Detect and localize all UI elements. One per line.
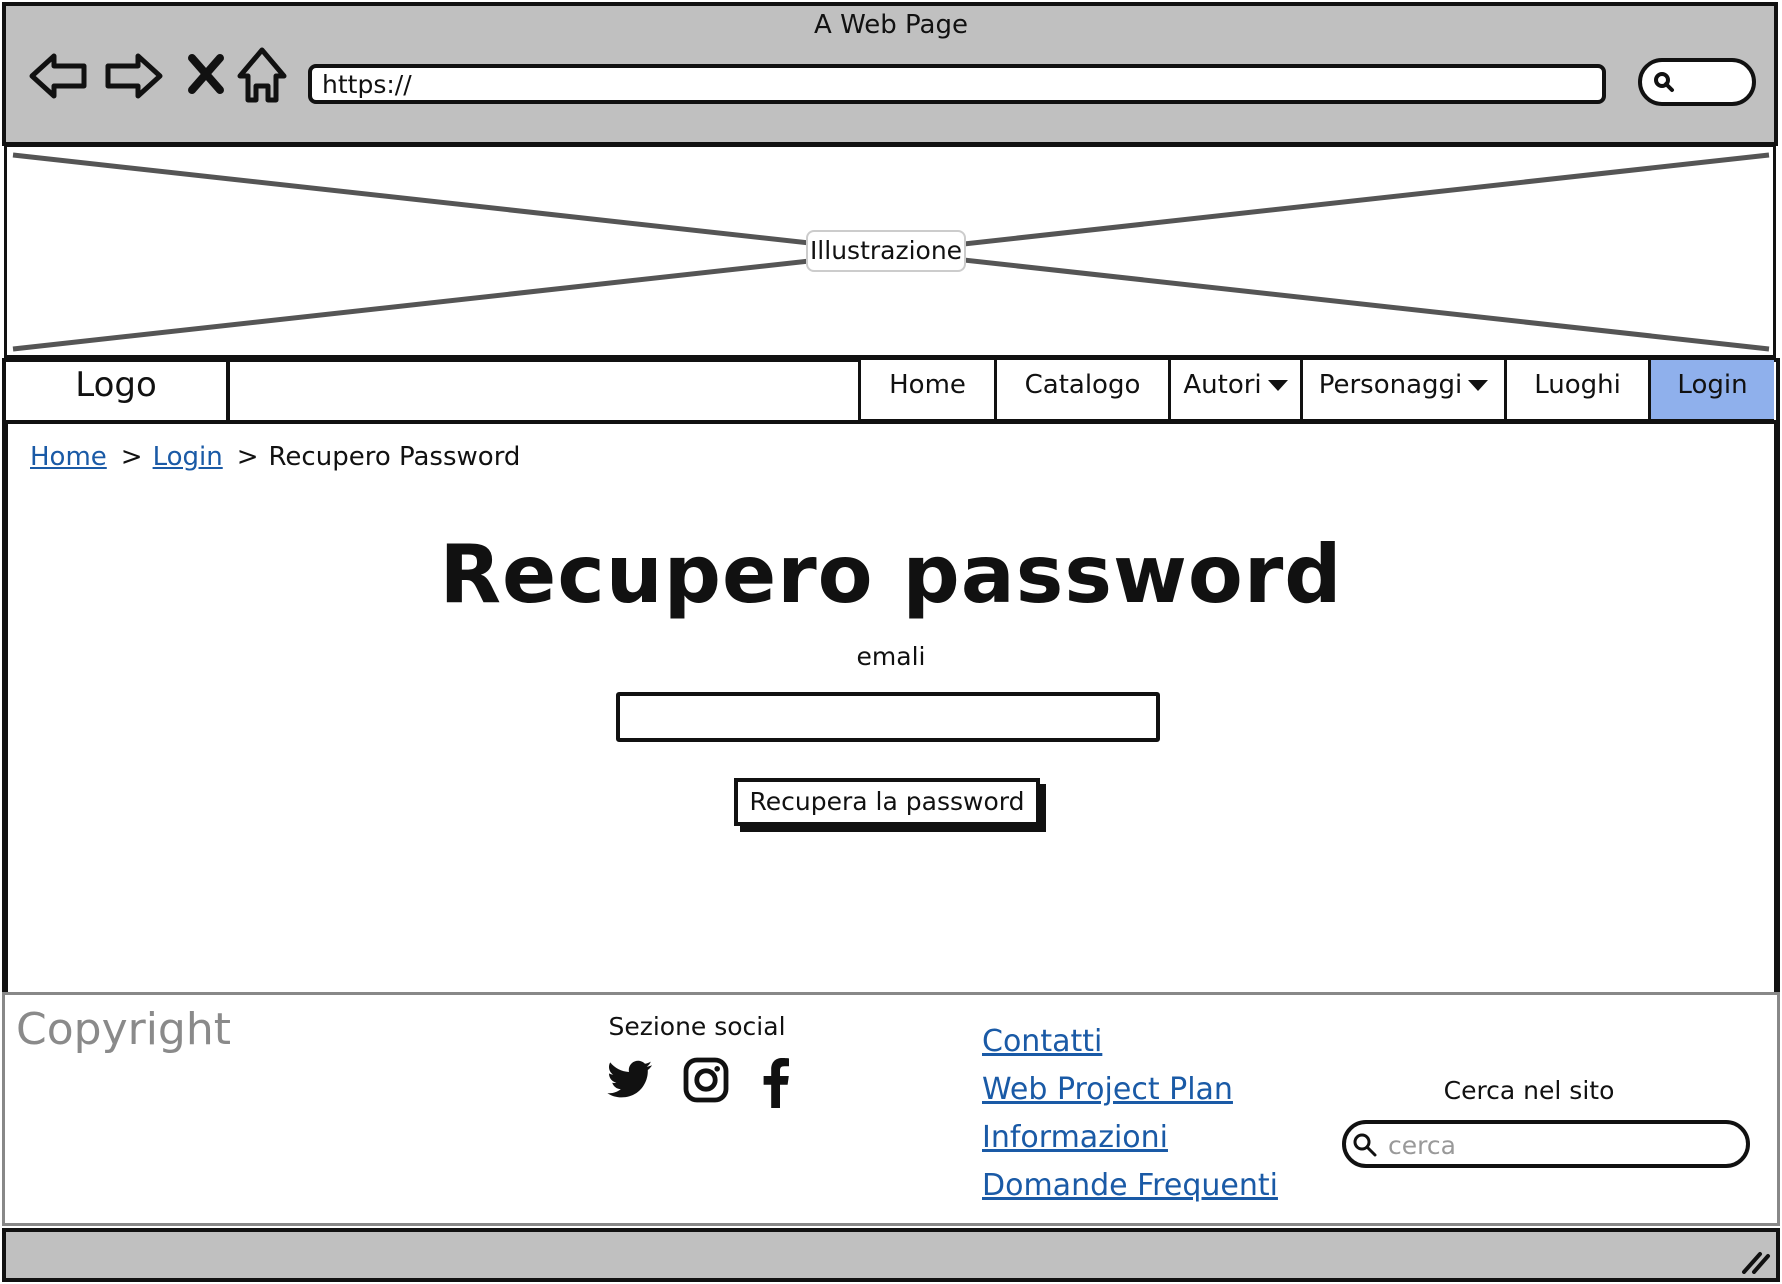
home-icon[interactable] [232, 44, 296, 108]
search-icon [1654, 72, 1674, 92]
page-border-left [2, 424, 8, 992]
email-field[interactable] [616, 692, 1160, 742]
search-icon [1352, 1132, 1378, 1158]
nav-item-label: Home [889, 370, 966, 400]
footer-link-informazioni[interactable]: Informazioni [982, 1120, 1278, 1168]
back-arrow-icon[interactable] [28, 44, 92, 108]
site-search-input[interactable] [1386, 1128, 1740, 1162]
twitter-icon[interactable] [606, 1056, 654, 1108]
url-bar[interactable]: https:// [308, 64, 1606, 104]
nav-item-catalogo[interactable]: Catalogo [994, 360, 1168, 422]
footer-link-web-project-plan[interactable]: Web Project Plan [982, 1072, 1278, 1120]
illustration-label: Illustrazione [806, 230, 966, 272]
browser-status-bar [2, 1228, 1780, 1282]
footer-link-domande-frequenti[interactable]: Domande Frequenti [982, 1168, 1278, 1216]
footer-links: Contatti Web Project Plan Informazioni D… [982, 1024, 1278, 1216]
site-search-field[interactable] [1342, 1120, 1750, 1168]
recover-password-button[interactable]: Recupera la password [734, 778, 1040, 826]
nav-item-label: Login [1677, 370, 1748, 400]
nav-item-label: Personaggi [1318, 370, 1463, 400]
nav-item-autori[interactable]: Autori [1168, 360, 1300, 422]
nav-item-label: Catalogo [1024, 370, 1141, 400]
facebook-icon[interactable] [754, 1056, 802, 1108]
breadcrumb-link-home[interactable]: Home [30, 442, 107, 472]
url-text: https:// [322, 70, 412, 99]
breadcrumb: Home > Login > Recupero Password [30, 442, 520, 472]
site-search-title: Cerca nel sito [1443, 1076, 1615, 1105]
forward-arrow-icon[interactable] [102, 44, 166, 108]
nav-item-label: Luoghi [1534, 370, 1621, 400]
footer-link-contatti[interactable]: Contatti [982, 1024, 1278, 1072]
page-border-right [1774, 424, 1780, 992]
resize-grip-icon[interactable] [1740, 1244, 1772, 1274]
breadcrumb-current: Recupero Password [268, 442, 521, 472]
nav-item-luoghi[interactable]: Luoghi [1504, 360, 1648, 422]
breadcrumb-separator: > [236, 442, 259, 472]
caret-down-icon [1468, 380, 1489, 391]
page-title: Recupero password [439, 528, 1343, 621]
caret-down-icon [1267, 380, 1288, 391]
breadcrumb-link-login[interactable]: Login [153, 442, 223, 472]
instagram-icon[interactable] [682, 1056, 730, 1108]
browser-search-field[interactable] [1638, 58, 1756, 106]
email-label: emali [856, 642, 926, 671]
nav-item-login[interactable]: Login [1648, 360, 1774, 422]
logo[interactable]: Logo [2, 358, 230, 424]
nav-item-personaggi[interactable]: Personaggi [1300, 360, 1504, 422]
nav-item-label: Autori [1183, 370, 1262, 400]
window-title: A Web Page [814, 10, 968, 40]
breadcrumb-separator: > [120, 442, 143, 472]
nav-item-home[interactable]: Home [858, 360, 994, 422]
